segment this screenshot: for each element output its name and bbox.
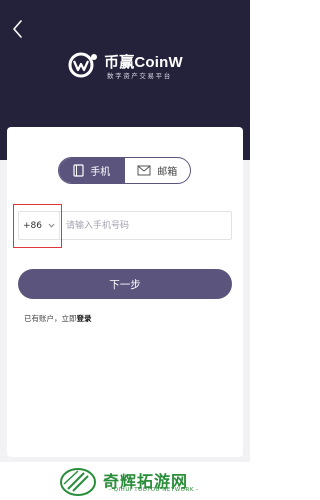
tab-phone-label: 手机 [90, 167, 111, 178]
login-prompt-text: 已有账户，立即 [24, 314, 77, 323]
phone-book-icon [73, 164, 84, 177]
tab-email[interactable]: 邮箱 [125, 158, 191, 183]
brand-name: 币赢CoinW [104, 54, 183, 71]
register-method-tabs: 手机 邮箱 [58, 157, 191, 184]
watermark-logo-icon [60, 468, 96, 496]
watermark-subtitle: - QIHUI TUOYOU NETWORK - [109, 487, 199, 493]
country-code-highlight [13, 204, 62, 248]
brand-tagline: 数字资产交易平台 [107, 72, 172, 80]
phone-number-input[interactable] [60, 212, 231, 239]
coinw-logo-icon [68, 52, 97, 78]
back-arrow-icon[interactable] [9, 18, 27, 40]
login-link[interactable]: 登录 [77, 314, 92, 323]
envelope-icon [137, 165, 151, 176]
next-button[interactable]: 下一步 [18, 269, 232, 299]
tab-email-label: 邮箱 [157, 167, 178, 178]
tab-phone[interactable]: 手机 [59, 158, 125, 183]
login-prompt: 已有账户，立即登录 [24, 313, 92, 324]
